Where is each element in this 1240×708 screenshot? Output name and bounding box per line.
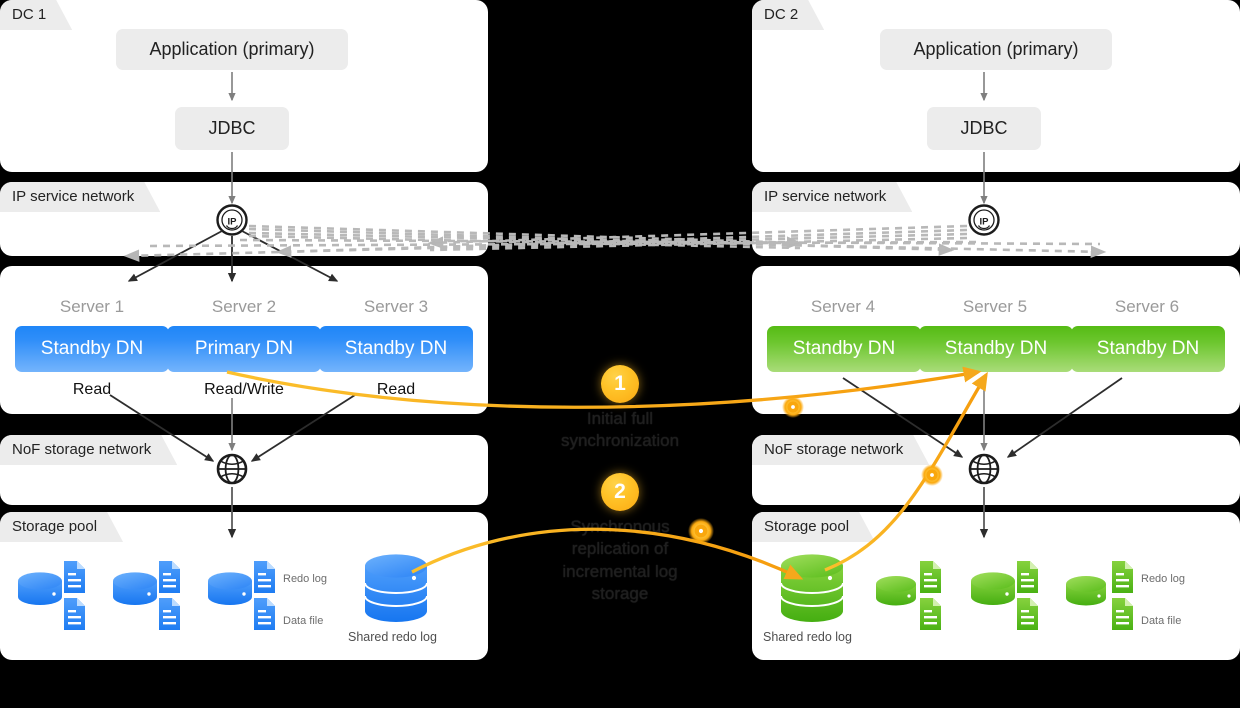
dc2-server-6-label: Server 6 <box>1114 297 1180 316</box>
diagram-canvas: DC 1 Application (primary) JDBC IP servi… <box>0 0 1240 708</box>
dc1-server-1-dn[interactable]: Standby DN <box>15 326 169 372</box>
dc2-server-4-dn[interactable]: Standby DN <box>767 326 921 372</box>
dc2-server-5-label: Server 5 <box>962 297 1028 316</box>
dc1-application-box: Application (primary) <box>116 29 348 70</box>
dc1-tab-label: DC 1 <box>0 0 72 30</box>
dc2-server-6-dn[interactable]: Standby DN <box>1071 326 1225 372</box>
dc2-server-4-label: Server 4 <box>810 297 876 316</box>
dc1-storage-pool-tab-label: Storage pool <box>0 512 123 542</box>
dc1-server-3-label: Server 3 <box>363 297 429 316</box>
callout-1-badge: 1 <box>601 365 639 403</box>
dc1-ip-network-panel: IP service network <box>0 182 488 256</box>
callout-1-text: Initial full synchronization <box>560 409 680 451</box>
dc2-redo-log-label: Redo log <box>1141 573 1186 585</box>
callout-2-badge: 2 <box>601 473 639 511</box>
dc1-server-1-access: Read <box>72 381 112 398</box>
dc2-server-5-dn[interactable]: Standby DN <box>919 326 1073 372</box>
dc1-server-2-access: Read/Write <box>204 381 284 398</box>
dc2-nof-panel: NoF storage network <box>752 435 1240 505</box>
dc1-server-1-label: Server 1 <box>59 297 125 316</box>
dc2-application-box: Application (primary) <box>880 29 1112 70</box>
dc1-nof-tab-label: NoF storage network <box>0 435 177 465</box>
callout-2-text: Synchronous replication of incremental l… <box>562 517 678 604</box>
dc2-ip-network-panel: IP service network <box>752 182 1240 256</box>
dc2-ip-network-tab-label: IP service network <box>752 182 912 212</box>
dc1-shared-redo-log-label: Shared redo log <box>348 630 437 644</box>
dc1-nof-panel: NoF storage network <box>0 435 488 505</box>
dc1-ip-network-tab-label: IP service network <box>0 182 160 212</box>
dc2-nof-tab-label: NoF storage network <box>752 435 929 465</box>
dc2-shared-redo-log-label: Shared redo log <box>763 630 852 644</box>
dc1-server-2-dn[interactable]: Primary DN <box>167 326 321 372</box>
dc2-jdbc-box: JDBC <box>927 107 1041 150</box>
dc1-server-3-dn[interactable]: Standby DN <box>319 326 473 372</box>
dc2-data-file-label: Data file <box>1141 615 1182 627</box>
dc1-jdbc-box: JDBC <box>175 107 289 150</box>
dc1-server-2-label: Server 2 <box>211 297 277 316</box>
dc1-redo-log-label: Redo log <box>283 573 328 585</box>
dc1-data-file-label: Data file <box>283 615 324 627</box>
dc1-server-3-access: Read <box>376 381 416 398</box>
dc2-tab-label: DC 2 <box>752 0 824 30</box>
dc2-storage-pool-tab-label: Storage pool <box>752 512 875 542</box>
